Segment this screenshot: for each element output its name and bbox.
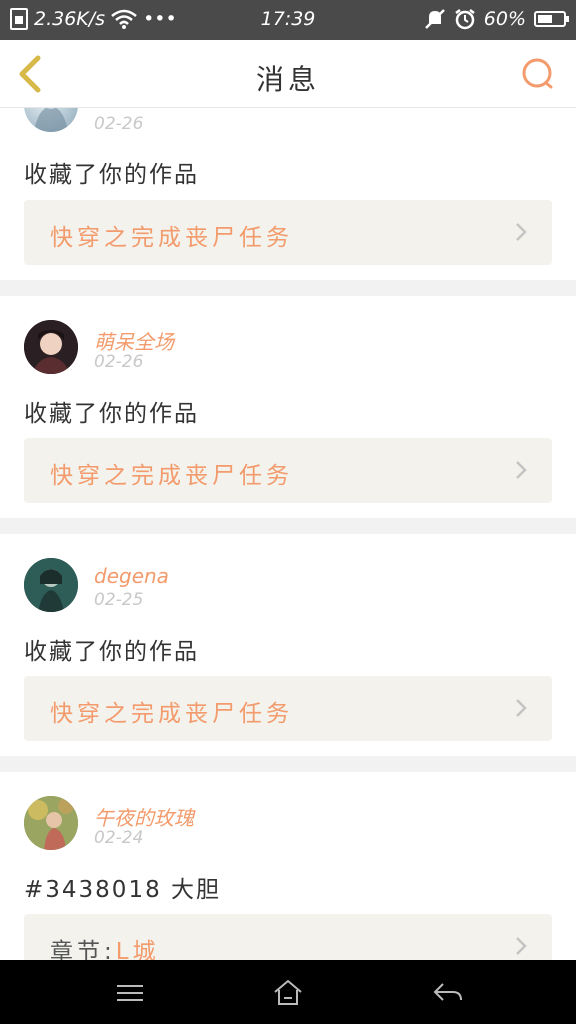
message-date: 02-24 xyxy=(94,828,144,848)
alarm-icon xyxy=(455,9,475,30)
chapter-link-text: 章节:L城 xyxy=(50,932,160,960)
message-card: 02-26 收藏了你的作品 快穿之完成丧尸任务 xyxy=(0,108,576,280)
work-link-text: 快穿之完成丧尸任务 xyxy=(50,694,293,728)
header-bar: 消息 xyxy=(0,40,576,108)
message-text: 收藏了你的作品 xyxy=(24,162,199,188)
avatar-image-icon xyxy=(24,796,78,850)
username[interactable]: 午夜的玫瑰 xyxy=(94,802,194,831)
work-link[interactable]: 快穿之完成丧尸任务 xyxy=(24,676,552,741)
home-button[interactable] xyxy=(271,978,305,1008)
username[interactable]: degena xyxy=(94,564,169,588)
status-right: 60% xyxy=(424,8,569,30)
chevron-right-icon xyxy=(516,937,527,955)
message-text: 收藏了你的作品 xyxy=(24,639,199,665)
message-date: 02-26 xyxy=(94,352,144,372)
chevron-right-icon xyxy=(516,223,527,241)
message-card: 萌呆全场 02-26 收藏了你的作品 快穿之完成丧尸任务 xyxy=(0,296,576,518)
message-date: 02-26 xyxy=(94,114,144,134)
chevron-right-icon xyxy=(516,461,527,479)
message-list[interactable]: 02-26 收藏了你的作品 快穿之完成丧尸任务 萌呆全场 02-26 收藏了你的… xyxy=(0,108,576,960)
search-button[interactable] xyxy=(520,56,556,92)
back-arrow-icon xyxy=(433,983,462,1001)
battery-icon xyxy=(534,11,569,27)
work-link[interactable]: 快穿之完成丧尸任务 xyxy=(24,438,552,503)
work-title: 快穿之完成丧尸任务 xyxy=(50,225,293,251)
work-title: 快穿之完成丧尸任务 xyxy=(50,463,293,489)
page-title: 消息 xyxy=(255,63,320,96)
username[interactable]: 萌呆全场 xyxy=(94,326,174,355)
message-card: 午夜的玫瑰 02-24 #3438018 大胆 章节:L城 xyxy=(0,772,576,960)
system-back-button[interactable] xyxy=(431,978,465,1008)
avatar[interactable] xyxy=(24,558,78,612)
chapter-title: L城 xyxy=(115,939,160,960)
battery-percent: 60% xyxy=(483,8,526,30)
avatar-image-icon xyxy=(24,558,78,612)
home-icon xyxy=(274,979,302,1005)
chapter-prefix: 章节: xyxy=(50,939,116,960)
search-icon xyxy=(522,58,553,89)
avatar-image-icon xyxy=(34,108,68,132)
message-card: degena 02-25 收藏了你的作品 快穿之完成丧尸任务 xyxy=(0,534,576,756)
work-title: 快穿之完成丧尸任务 xyxy=(50,701,293,727)
avatar[interactable] xyxy=(24,796,78,850)
chapter-link[interactable]: 章节:L城 xyxy=(24,914,552,960)
menu-button[interactable] xyxy=(113,978,147,1008)
chevron-right-icon xyxy=(516,699,527,717)
work-link[interactable]: 快穿之完成丧尸任务 xyxy=(24,200,552,265)
message-text: #3438018 大胆 xyxy=(24,877,222,903)
avatar-image-icon xyxy=(24,320,78,374)
system-nav-bar xyxy=(0,960,576,1024)
message-text: 收藏了你的作品 xyxy=(24,401,199,427)
work-link-text: 快穿之完成丧尸任务 xyxy=(50,218,293,252)
mute-icon xyxy=(424,9,445,29)
menu-icon xyxy=(117,985,143,1001)
avatar[interactable] xyxy=(24,320,78,374)
message-date: 02-25 xyxy=(94,590,144,610)
work-link-text: 快穿之完成丧尸任务 xyxy=(50,456,293,490)
status-bar: 2.36K/s ••• 17:39 60% xyxy=(0,0,576,40)
avatar[interactable] xyxy=(24,108,78,132)
